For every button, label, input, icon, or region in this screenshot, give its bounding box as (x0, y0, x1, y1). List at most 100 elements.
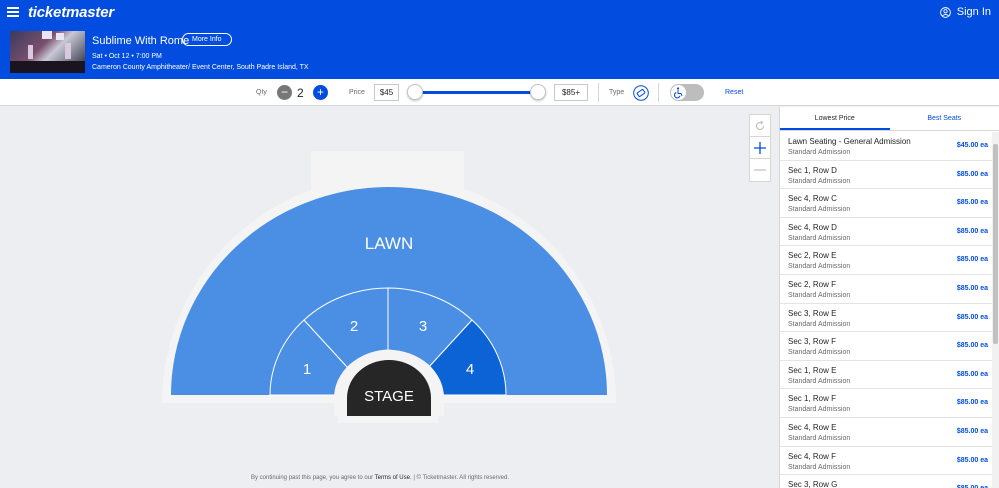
event-header: Sublime With Rome More Info Sat • Oct 12… (0, 27, 999, 79)
tab-best-seats[interactable]: Best Seats (890, 107, 999, 130)
listing-price: $85.00 ea (956, 342, 988, 350)
zoom-in-button[interactable] (750, 137, 770, 159)
listing-row[interactable]: Sec 1, Row D Standard Admission $85.00 ea (780, 161, 992, 190)
listing-row[interactable]: Sec 2, Row E Standard Admission $85.00 ea (780, 246, 992, 275)
price-label: Price (349, 89, 365, 96)
listing-section: Sec 3, Row G (788, 480, 838, 488)
seat-map: LAWN 1 2 3 4 STAGE (162, 151, 616, 423)
event-date: Sat • Oct 12 • 7:00 PM (92, 53, 162, 60)
listing-section: Sec 4, Row F (788, 451, 837, 461)
menu-icon[interactable] (7, 7, 19, 17)
event-title: Sublime With Rome (92, 35, 190, 47)
section-1-label: 1 (303, 361, 311, 378)
listing-price: $85.00 ea (956, 227, 988, 235)
listing-ticket-type: Standard Admission (788, 234, 851, 242)
listing-price: $85.00 ea (956, 313, 988, 321)
listing-price: $85.00 ea (956, 399, 988, 407)
listing-ticket-type: Standard Admission (788, 377, 851, 385)
filter-divider (598, 83, 599, 102)
reset-map-button[interactable] (750, 115, 770, 137)
ticketmaster-logo[interactable]: ticketmaster (28, 4, 114, 21)
listing-price: $85.00 ea (956, 284, 988, 292)
price-slider-max-handle[interactable] (530, 84, 546, 100)
sign-in-label: Sign In (956, 6, 991, 18)
minus-icon (754, 169, 766, 171)
listing-section: Sec 4, Row D (788, 222, 837, 232)
listing-section: Sec 1, Row F (788, 394, 837, 404)
event-venue: Cameron County Amphitheater/ Event Cente… (92, 64, 309, 71)
listing-ticket-type: Standard Admission (788, 206, 851, 214)
listing-section: Sec 3, Row F (788, 337, 837, 347)
listing-row[interactable]: Sec 4, Row F Standard Admission $85.00 ea (780, 447, 992, 476)
listing-row[interactable]: Sec 3, Row GStandard Admission$85.00 ea (780, 475, 992, 488)
listing-row[interactable]: Sec 4, Row E Standard Admission $85.00 ea (780, 418, 992, 447)
listing-price: $85.00 ea (956, 456, 988, 464)
listing-row[interactable]: Sec 2, Row F Standard Admission $85.00 ea (780, 275, 992, 304)
qty-label: Qty (256, 89, 267, 96)
price-slider-min-handle[interactable] (407, 84, 423, 100)
list-scrollbar[interactable] (992, 132, 999, 488)
ticket-listings: Lawn Seating - General Admission Standard… (780, 132, 992, 488)
listing-section: Sec 1, Row D (788, 165, 837, 175)
reset-filters-link[interactable]: Reset (725, 89, 743, 96)
listing-ticket-type: Standard Admission (788, 291, 851, 299)
listing-row[interactable]: Lawn Seating - General Admission Standard… (780, 132, 992, 161)
section-2-label: 2 (350, 318, 358, 335)
listing-ticket-type: Standard Admission (788, 349, 851, 357)
lawn-label: LAWN (365, 234, 414, 253)
scrollbar-thumb[interactable] (993, 144, 998, 344)
listing-section: Sec 2, Row E (788, 251, 837, 261)
event-thumbnail (10, 31, 85, 73)
tab-lowest-price[interactable]: Lowest Price (780, 107, 890, 130)
listing-ticket-type: Standard Admission (788, 406, 851, 414)
qty-decrease-button[interactable]: − (277, 85, 292, 100)
price-max-input[interactable]: $85+ (554, 84, 588, 101)
footer-rights: . | © Ticketmaster. All rights reserved. (409, 475, 509, 481)
more-info-button[interactable]: More Info (182, 33, 232, 46)
listing-row[interactable]: Sec 1, Row F Standard Admission $85.00 ea (780, 389, 992, 418)
accessible-seating-toggle[interactable] (670, 84, 704, 101)
price-slider-track[interactable] (414, 91, 538, 94)
qty-increase-button[interactable]: + (313, 85, 328, 100)
listing-section: Lawn Seating - General Admission (788, 137, 911, 146)
filter-divider (658, 83, 659, 102)
listing-row[interactable]: Sec 4, Row D Standard Admission $85.00 ea (780, 218, 992, 247)
listing-price: $85.00 ea (956, 427, 988, 435)
listing-row[interactable]: Sec 4, Row C Standard Admission $85.00 ea (780, 189, 992, 218)
listing-section: Sec 4, Row C (788, 194, 837, 204)
wheelchair-icon (674, 87, 683, 99)
listing-section: Sec 2, Row F (788, 279, 837, 289)
listing-section: Sec 3, Row E (788, 308, 837, 318)
listing-price: $85.00 ea (956, 170, 988, 178)
listing-ticket-type: Standard Admission (788, 177, 851, 185)
listing-row[interactable]: Sec 1, Row E Standard Admission $85.00 ea (780, 361, 992, 390)
listing-row[interactable]: Sec 3, Row E Standard Admission $85.00 ea (780, 304, 992, 333)
ticket-type-icon[interactable] (633, 85, 649, 101)
listing-ticket-type: Standard Admission (788, 463, 851, 471)
sort-tabs: Lowest Price Best Seats (780, 107, 999, 131)
sign-in-button[interactable]: Sign In (939, 6, 991, 18)
listing-row[interactable]: Sec 3, Row F Standard Admission $85.00 ea (780, 332, 992, 361)
zoom-out-button[interactable] (750, 159, 770, 181)
qty-value: 2 (297, 86, 304, 100)
footer-text: By continuing past this page, you agree … (251, 475, 375, 481)
listing-section: Sec 1, Row E (788, 365, 837, 375)
plus-icon (754, 141, 766, 154)
terms-of-use-link[interactable]: Terms of Use (375, 475, 410, 481)
toggle-knob (671, 85, 686, 100)
ticket-list-panel: Lowest Price Best Seats Lawn Seating - G… (779, 107, 999, 488)
listing-ticket-type: Standard Admission (788, 320, 851, 328)
filter-bar: Qty − 2 + Price $45 $85+ Type (0, 79, 999, 106)
listing-price: $85.00 ea (956, 199, 988, 207)
stage-label: STAGE (364, 388, 414, 405)
listing-price: $85.00 ea (956, 256, 988, 264)
section-4-label: 4 (466, 361, 474, 378)
user-icon (939, 6, 951, 18)
reset-view-icon (755, 120, 765, 130)
section-3-label: 3 (419, 318, 427, 335)
price-min-input[interactable]: $45 (374, 84, 399, 101)
type-label: Type (609, 89, 625, 96)
top-nav-bar: ticketmaster Sign In (0, 0, 999, 27)
listing-ticket-type: Standard Admission (788, 434, 851, 442)
listing-section: Sec 4, Row E (788, 422, 837, 432)
